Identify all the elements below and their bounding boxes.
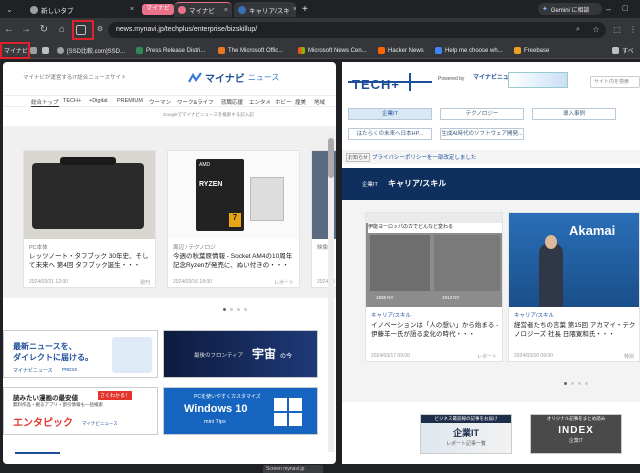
- submenu-item[interactable]: はたらくの未来へ日本HP...: [348, 128, 432, 140]
- bookmark-help-me-choose[interactable]: Help me choose wh...: [435, 45, 503, 56]
- bookmark-press-release[interactable]: Press Release Distri...: [136, 45, 205, 56]
- zoom-icon[interactable]: ⌕: [572, 24, 584, 36]
- bookmark-grid-icon[interactable]: [30, 45, 37, 56]
- bookmark-ssd[interactable]: [SSD比較.com]SSD...: [57, 45, 125, 56]
- address-bar[interactable]: news.mynavi.jp/techplus/enterprise/bizsk…: [108, 22, 606, 38]
- site-tagline: マイナビが運営するIT総合ニュースサイト: [23, 75, 127, 81]
- carousel-dots[interactable]: [562, 380, 590, 387]
- banner-index[interactable]: オリジナル記事をまとめ読み INDEX 企業IT: [530, 414, 622, 454]
- bookmark-microsoft-office[interactable]: The Microsoft Offic...: [218, 45, 283, 56]
- divider: [15, 452, 60, 454]
- close-icon[interactable]: ×: [293, 6, 296, 13]
- header-ad[interactable]: [508, 72, 568, 88]
- back-button[interactable]: ←: [3, 24, 15, 36]
- banner-space[interactable]: 最後のフロンティア 宇宙 の今: [163, 330, 318, 378]
- tab-search-button[interactable]: ⌄: [2, 2, 24, 17]
- search-note[interactable]: Googleでマイナビニュースを検索する記入記: [163, 112, 254, 118]
- tab-career[interactable]: キャリア/スキ ×: [234, 2, 296, 17]
- gemini-button[interactable]: ✦ Gemini に相談: [538, 3, 602, 15]
- nav-item[interactable]: +Digital: [89, 98, 108, 104]
- section-header: 企業IT キャリア/スキル: [342, 168, 640, 200]
- folder-icon: [612, 47, 619, 54]
- microsoft-icon: [298, 47, 305, 54]
- scrollbar[interactable]: [328, 132, 334, 452]
- article-image: Akamai: [509, 213, 639, 307]
- menu-icon[interactable]: ⋮: [627, 24, 639, 36]
- star-icon[interactable]: ☆: [590, 24, 602, 36]
- bookmark-folder-icon[interactable]: [42, 45, 49, 56]
- article-image: AMD RYZEN 7: [168, 151, 299, 239]
- nav-item[interactable]: ウーマン: [149, 98, 171, 106]
- nav-item[interactable]: TECH+: [63, 98, 81, 104]
- toolbar: ← → ↻ ⌂ ⚙ news.mynavi.jp/techplus/enterp…: [0, 18, 640, 42]
- highlight-box: [72, 20, 94, 40]
- mynavi-logo-icon: [188, 71, 202, 83]
- gemini-icon: ✦: [542, 6, 548, 13]
- nav-item[interactable]: ホビー: [275, 98, 292, 106]
- site-nav: 総合トップ TECH+ +Digital PREMIUM ウーマン ワーク&ライ…: [3, 95, 336, 107]
- right-split-pane: TECH+ Powered by マイナビニュース サイト内を検索 企業IT テ…: [342, 62, 640, 464]
- article-badge: レポート: [273, 280, 294, 286]
- article-image: [24, 151, 155, 239]
- extensions-icon[interactable]: ⬚: [611, 24, 623, 36]
- submenu-item[interactable]: 生成AI時代のソフトウェア開発...: [440, 128, 524, 140]
- left-split-pane: マイナビが運営するIT総合ニュースサイト マイナビ ニュース 総合トップ TEC…: [3, 62, 336, 464]
- tech-icon: [238, 5, 246, 14]
- tab-mynavi[interactable]: マイナビ ×: [174, 2, 232, 17]
- bookmark-freebase[interactable]: Freebase: [514, 45, 549, 56]
- press-illustration: [112, 337, 152, 373]
- mynavi-icon: [178, 6, 186, 14]
- tab-group-label[interactable]: マイナビ: [142, 4, 174, 15]
- nav-item[interactable]: 煌美: [295, 98, 306, 106]
- globe-icon: [57, 47, 64, 54]
- article-card[interactable]: PC本体 レッツノート・タフブック 30年史、そして未来へ 第4回 タフブック誕…: [23, 150, 156, 288]
- chevron-down-icon: ⌄: [6, 5, 13, 14]
- banner-entapic[interactable]: 読みたい漫画の最安値 さくわかる！ 無料作品・掘るアプリ・割引情報も一括検索 エ…: [3, 387, 158, 435]
- techplus-logo[interactable]: TECH+: [348, 71, 432, 95]
- menu-enterprise-it[interactable]: 企業IT: [348, 108, 432, 120]
- carousel-dots[interactable]: [221, 306, 249, 313]
- menu-case-studies[interactable]: 導入事例: [532, 108, 616, 120]
- nav-item[interactable]: ワーク&ライフ: [177, 98, 214, 106]
- reload-button[interactable]: ↻: [38, 24, 50, 36]
- minimize-button[interactable]: –: [606, 3, 616, 15]
- tab-strip: ⌄ 新しいタブ × マイナビ マイナビ × キャリア/スキ × + ✦ Gemi…: [0, 0, 640, 18]
- banner-windows10[interactable]: PCを使いやすくカスタマイズ Windows 10 mini Tips: [163, 387, 318, 435]
- nav-item[interactable]: エンタメ: [249, 98, 271, 106]
- nav-item[interactable]: PREMIUM: [117, 98, 143, 104]
- close-icon[interactable]: ×: [224, 7, 228, 14]
- article-card[interactable]: AMD RYZEN 7 周辺 / テクノロジ 今週の秋葉原情報 - Socket…: [167, 150, 300, 288]
- highlight-box: [0, 42, 30, 59]
- notice-link[interactable]: プライバシーポリシーを一部改定しました: [372, 153, 476, 161]
- banner-enterprise-it[interactable]: ビジネス最前線の記事をお届け 企業IT レポート記事一覧: [420, 414, 512, 454]
- bookmark-microsoft-news[interactable]: Microsoft News Cen...: [298, 45, 367, 56]
- site-search-input[interactable]: サイト内を検索: [590, 76, 640, 88]
- close-icon[interactable]: ×: [130, 6, 134, 13]
- article-badge: 週刊: [139, 280, 150, 286]
- article-badge: 特別: [623, 354, 634, 360]
- new-tab-button[interactable]: +: [298, 2, 312, 17]
- notice-bar: お知らせ プライバシーポリシーを一部改定しました: [342, 150, 640, 164]
- nav-item[interactable]: 総合トップ: [31, 98, 59, 107]
- menu-technology[interactable]: テクノロジー: [440, 108, 524, 120]
- article-badge: レポート: [476, 354, 497, 360]
- article-card[interactable]: 伊能ヨーロッパのカでどんなど変わる 1908 NY 1913 NY キャリア/ス…: [365, 212, 503, 362]
- tab-new-tab[interactable]: 新しいタブ ×: [26, 2, 138, 17]
- article-image: 伊能ヨーロッパのカでどんなど変わる 1908 NY 1913 NY: [366, 213, 502, 307]
- forward-button[interactable]: →: [20, 24, 32, 36]
- windows-logo-icon: [274, 398, 302, 426]
- bookmark-all[interactable]: すべ: [612, 45, 634, 56]
- chrome-icon: [30, 5, 38, 14]
- taskbar-item[interactable]: Screen mynavi.jp: [263, 465, 323, 473]
- banner-press[interactable]: 最新ニュースを、 ダイレクトに届ける。 マイナビニュース PRESS: [3, 330, 158, 378]
- article-card[interactable]: Akamai キャリア/スキル 経営者たちの言葉 第15回 アカマイ・テクノロジ…: [508, 212, 640, 362]
- nav-item[interactable]: 就職応援: [221, 98, 243, 106]
- nav-item[interactable]: 地域: [314, 98, 325, 106]
- home-button[interactable]: ⌂: [56, 24, 68, 36]
- bookmark-hacker-news[interactable]: Hacker News: [378, 45, 424, 56]
- mynavi-logo[interactable]: マイナビ ニュース: [188, 70, 279, 85]
- bookmarks-bar: マイナビ [SSD比較.com]SSD... Press Release Dis…: [0, 42, 640, 59]
- maximize-button[interactable]: ▢: [622, 3, 632, 15]
- site-info-icon[interactable]: ⚙: [94, 24, 106, 36]
